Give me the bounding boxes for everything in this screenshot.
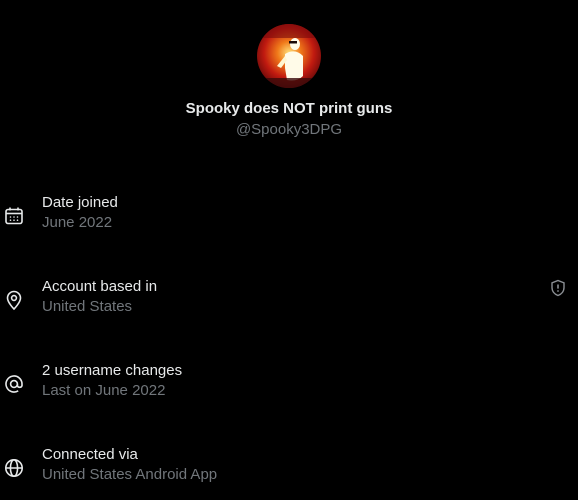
profile-header: Spooky does NOT print guns @Spooky3DPG [0, 24, 578, 140]
detail-row-account-based-in: Account based in United States [0, 277, 578, 325]
shield-icon[interactable] [550, 279, 566, 297]
detail-row-username-changes: 2 username changes Last on June 2022 [0, 361, 578, 409]
detail-value: United States [42, 298, 133, 315]
detail-label: Date joined [42, 194, 118, 211]
detail-label: Account based in [42, 278, 158, 295]
detail-value: United States Android App [42, 466, 218, 483]
detail-label: Connected via [42, 446, 138, 463]
detail-value: June 2022 [42, 214, 113, 231]
detail-label: 2 username changes [42, 362, 183, 379]
display-name: Spooky does NOT print guns [185, 100, 393, 117]
globe-icon [3, 457, 25, 479]
calendar-icon [3, 205, 25, 227]
avatar[interactable] [257, 24, 321, 88]
location-pin-icon [3, 289, 25, 311]
handle: @Spooky3DPG [235, 121, 343, 138]
detail-row-connected-via: Connected via United States Android App [0, 445, 578, 493]
at-sign-icon [3, 373, 25, 395]
about-account-page: Spooky does NOT print guns @Spooky3DPG D… [0, 0, 578, 500]
detail-row-date-joined: Date joined June 2022 [0, 193, 578, 241]
detail-value: Last on June 2022 [42, 382, 166, 399]
